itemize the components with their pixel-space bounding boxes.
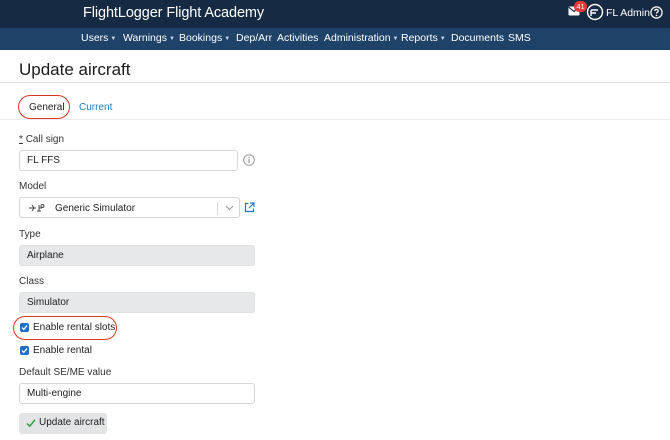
type-label: Type xyxy=(19,229,41,240)
nav-users[interactable]: Users ▼ xyxy=(81,32,116,44)
page-title: Update aircraft xyxy=(19,60,131,79)
model-label: Model xyxy=(19,181,47,192)
model-value: Generic Simulator xyxy=(55,203,136,214)
title-divider xyxy=(0,82,670,83)
default-seme-select[interactable]: Multi-engine xyxy=(19,383,255,404)
class-label: Class xyxy=(19,276,45,287)
enable-rental-label[interactable]: Enable rental xyxy=(33,345,92,356)
nav-reports[interactable]: Reports ▼ xyxy=(401,32,446,44)
tab-current[interactable]: Current xyxy=(79,102,112,113)
external-link-icon[interactable] xyxy=(244,202,255,213)
simulator-icon xyxy=(29,204,45,212)
brand-title[interactable]: FlightLogger Flight Academy xyxy=(83,5,264,21)
select-divider xyxy=(217,202,218,215)
info-icon[interactable] xyxy=(243,154,255,166)
model-select[interactable]: Generic Simulator xyxy=(19,197,240,218)
required-marker: * xyxy=(19,134,23,145)
call-sign-input[interactable]: FL FFS xyxy=(19,150,238,171)
chevron-down-icon: ▼ xyxy=(168,36,175,42)
nav-sms[interactable]: SMS xyxy=(508,32,531,44)
enable-rental-slots-label[interactable]: Enable rental slots xyxy=(33,322,115,333)
nav-warnings[interactable]: Warnings ▼ xyxy=(123,32,175,44)
default-seme-label: Default SE/ME value xyxy=(19,367,112,378)
checkmark-icon xyxy=(26,419,36,428)
tab-general[interactable]: General xyxy=(29,102,65,113)
checkmark-icon xyxy=(21,348,28,354)
chevron-down-icon: ▼ xyxy=(392,36,399,42)
chevron-down-icon: ▼ xyxy=(439,36,446,42)
nav-administration[interactable]: Administration ▼ xyxy=(324,32,398,44)
update-aircraft-button[interactable]: Update aircraft xyxy=(19,413,107,434)
help-icon[interactable] xyxy=(650,6,663,19)
nav-dep-arr[interactable]: Dep/Arr xyxy=(236,32,272,44)
checkmark-icon xyxy=(21,325,28,331)
top-bar: FlightLogger Flight Academy 41 FL Admin xyxy=(0,0,670,28)
nav-bookings[interactable]: Bookings ▼ xyxy=(179,32,230,44)
chevron-down-icon: ▼ xyxy=(224,36,231,42)
tab-divider xyxy=(0,119,670,120)
update-aircraft-label: Update aircraft xyxy=(39,417,105,428)
nav-activities[interactable]: Activities xyxy=(277,32,318,44)
chevron-down-icon: ▼ xyxy=(110,36,117,42)
main-nav: Users ▼ Warnings ▼ Bookings ▼ Dep/Arr Activ… xyxy=(0,28,670,50)
enable-rental-slots-checkbox[interactable] xyxy=(20,323,29,332)
chevron-down-icon[interactable] xyxy=(225,203,234,212)
enable-rental-checkbox[interactable] xyxy=(20,346,29,355)
call-sign-label: * Call sign xyxy=(19,134,65,145)
type-field: Airplane xyxy=(19,245,255,266)
class-field: Simulator xyxy=(19,292,255,313)
nav-documents[interactable]: Documents xyxy=(451,32,504,44)
flightlogger-logo xyxy=(586,3,604,21)
user-menu[interactable]: FL Admin xyxy=(606,7,650,19)
